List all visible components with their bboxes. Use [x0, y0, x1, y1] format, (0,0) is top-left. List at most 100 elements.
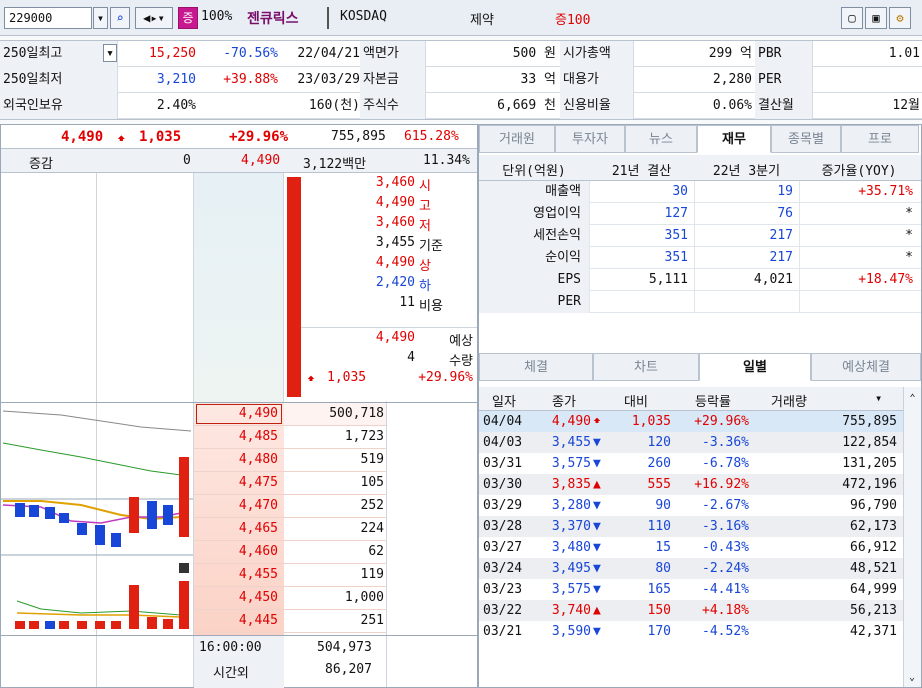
- ask-price: 4,460: [238, 544, 278, 559]
- tab-3[interactable]: 재무: [697, 125, 771, 153]
- orderbook-row[interactable]: 4,485 1,723: [194, 426, 386, 449]
- daily-rate: -2.24%: [702, 561, 749, 576]
- tab-2[interactable]: 뉴스: [625, 125, 697, 153]
- label-credit: 신용비율: [560, 93, 634, 119]
- change-label: 증감: [29, 157, 53, 172]
- arrow-icon: ▼: [593, 498, 601, 513]
- qty-label: 수량: [449, 354, 473, 369]
- orderbook-row[interactable]: 4,480 519: [194, 449, 386, 472]
- ask-volume: 252: [360, 498, 384, 513]
- orderbook-row[interactable]: 4,470 252: [194, 495, 386, 518]
- orderbook-row[interactable]: 4,445 251: [194, 610, 386, 633]
- right-panel: 거래원 투자자 뉴스 재무 종목별 프로 단위(억원) 21년 결산 22년 3분기 증가율(Y…: [478, 124, 922, 688]
- tab2-0[interactable]: 체결: [479, 353, 593, 381]
- window-icon[interactable]: ▢: [841, 7, 863, 29]
- daily-row[interactable]: 03/24 3,495 ▼ 80 -2.24% 48,521: [479, 558, 903, 579]
- volume-bars: [15, 581, 189, 629]
- daily-row[interactable]: 04/03 3,455 ▼ 120 -3.36% 122,854: [479, 432, 903, 453]
- daily-rate: -2.67%: [702, 498, 749, 513]
- tab2-2[interactable]: 일별: [699, 353, 811, 381]
- ask-price: 4,485: [238, 429, 278, 444]
- ask-volume: 251: [360, 613, 384, 628]
- tab-4[interactable]: 종목별: [771, 125, 841, 153]
- finance-row: 영업이익 127 76 *: [479, 203, 921, 225]
- daily-row[interactable]: 04/04 4,490 🠹 1,035 +29.96% 755,895: [479, 411, 903, 432]
- ask-volume: 1,000: [344, 590, 384, 605]
- daily-close: 3,370: [551, 519, 591, 534]
- daily-rate: +16.92%: [694, 477, 749, 492]
- high-date: 22/04/21: [297, 46, 360, 61]
- daily-row[interactable]: 03/30 3,835 ▲ 555 +16.92% 472,196: [479, 474, 903, 495]
- label-250-high: 250일최고: [0, 41, 118, 67]
- finance-header-cell: 단위(억원): [502, 164, 566, 179]
- daily-row[interactable]: 03/23 3,575 ▼ 165 -4.41% 64,999: [479, 579, 903, 600]
- foreign-pct: 2.40%: [156, 98, 196, 113]
- finance-label: 순이익: [479, 247, 589, 269]
- daily-volume: 131,205: [842, 456, 897, 471]
- price-change: 1,035: [139, 129, 182, 145]
- scroll-down-icon[interactable]: ⌄: [904, 672, 920, 683]
- daily-row[interactable]: 03/22 3,740 ▲ 150 +4.18% 56,213: [479, 600, 903, 621]
- arrow-icon: ▼: [593, 624, 601, 639]
- close-icon[interactable]: [179, 563, 189, 573]
- daily-change: 120: [647, 435, 671, 450]
- speaker-icon[interactable]: ◀▸▾: [135, 7, 173, 29]
- tab2-3[interactable]: 예상체결: [811, 353, 921, 381]
- quote-header-row: 증감 0 4,490 3,122백만 11.34%: [1, 149, 477, 173]
- orderbook-row[interactable]: 4,475 105: [194, 472, 386, 495]
- foreign-shares: 160(천): [308, 98, 360, 113]
- orderbook-row[interactable]: 4,465 224: [194, 518, 386, 541]
- ohlc-value: 3,460: [375, 175, 415, 190]
- orderbook-row[interactable]: 4,455 119: [194, 564, 386, 587]
- expected-rate: +29.96%: [418, 370, 473, 385]
- settings-icon[interactable]: ⚙: [889, 7, 911, 29]
- daily-row[interactable]: 03/29 3,280 ▼ 90 -2.67% 96,790: [479, 495, 903, 516]
- quote-panel: 4,490 🠹 1,035 +29.96% 755,895 615.28% 증감…: [0, 124, 478, 688]
- search-icon[interactable]: ⌕: [110, 7, 130, 29]
- tab-5[interactable]: 프로: [841, 125, 919, 153]
- label-per[interactable]: PER: [755, 67, 813, 93]
- daily-date: 03/28: [483, 519, 523, 534]
- high-dropdown[interactable]: ▾: [103, 44, 117, 62]
- daily-change: 555: [647, 477, 671, 492]
- finance-row: 세전손익 351 217 *: [479, 225, 921, 247]
- volume-dropdown-icon[interactable]: ▾: [875, 391, 882, 405]
- volume-ratio: 615.28%: [404, 129, 459, 144]
- expected-price: 4,490: [375, 330, 415, 345]
- finance-label: 세전손익: [479, 225, 589, 247]
- daily-row[interactable]: 03/31 3,575 ▼ 260 -6.78% 131,205: [479, 453, 903, 474]
- daily-row[interactable]: 03/28 3,370 ▼ 110 -3.16% 62,173: [479, 516, 903, 537]
- sector-label: 제약: [470, 13, 494, 28]
- change-rate: +29.96%: [229, 129, 289, 145]
- daily-volume: 66,912: [850, 540, 897, 555]
- label-pbr[interactable]: PBR: [755, 41, 813, 67]
- stock-code-input[interactable]: 229000: [4, 7, 92, 29]
- code-dropdown-button[interactable]: ▾: [93, 7, 108, 29]
- daily-change: 90: [655, 498, 671, 513]
- finance-cell: 351: [589, 225, 694, 247]
- amount-pct: 11.34%: [423, 153, 470, 168]
- daily-row[interactable]: 03/21 3,590 ▼ 170 -4.52% 42,371: [479, 621, 903, 642]
- ask-volume: 1,723: [344, 429, 384, 444]
- daily-date: 03/23: [483, 582, 523, 597]
- tab-0[interactable]: 거래원: [479, 125, 555, 153]
- tab2-1[interactable]: 차트: [593, 353, 699, 381]
- tab-1[interactable]: 투자자: [555, 125, 625, 153]
- daily-header: 일자 종가 대비 등락률 거래량 ▾: [479, 387, 903, 411]
- daily-scrollbar[interactable]: ⌃ ⌄: [903, 387, 921, 687]
- pbr-value: 1.01: [888, 46, 920, 61]
- scroll-up-icon[interactable]: ⌃: [904, 393, 921, 404]
- finance-cell: *: [799, 247, 919, 269]
- current-price: 4,490: [61, 129, 104, 145]
- finance-cell: *: [799, 203, 919, 225]
- header-price: 4,490: [241, 153, 281, 168]
- orderbook-row[interactable]: 4,450 1,000: [194, 587, 386, 610]
- info-row-2: 250일최저 3,210 +39.88% 23/03/29 자본금 33 억 대…: [0, 67, 922, 93]
- orderbook-row[interactable]: 4,460 62: [194, 541, 386, 564]
- orderbook-row[interactable]: 4,490 500,718: [194, 403, 386, 426]
- market-label: KOSDAQ: [340, 9, 387, 24]
- copy-window-icon[interactable]: ▣: [865, 7, 887, 29]
- arrow-icon: ▲: [593, 477, 601, 492]
- daily-row[interactable]: 03/27 3,480 ▼ 15 -0.43% 66,912: [479, 537, 903, 558]
- finance-header: 단위(억원) 21년 결산 22년 3분기 증가율(YOY): [479, 155, 921, 181]
